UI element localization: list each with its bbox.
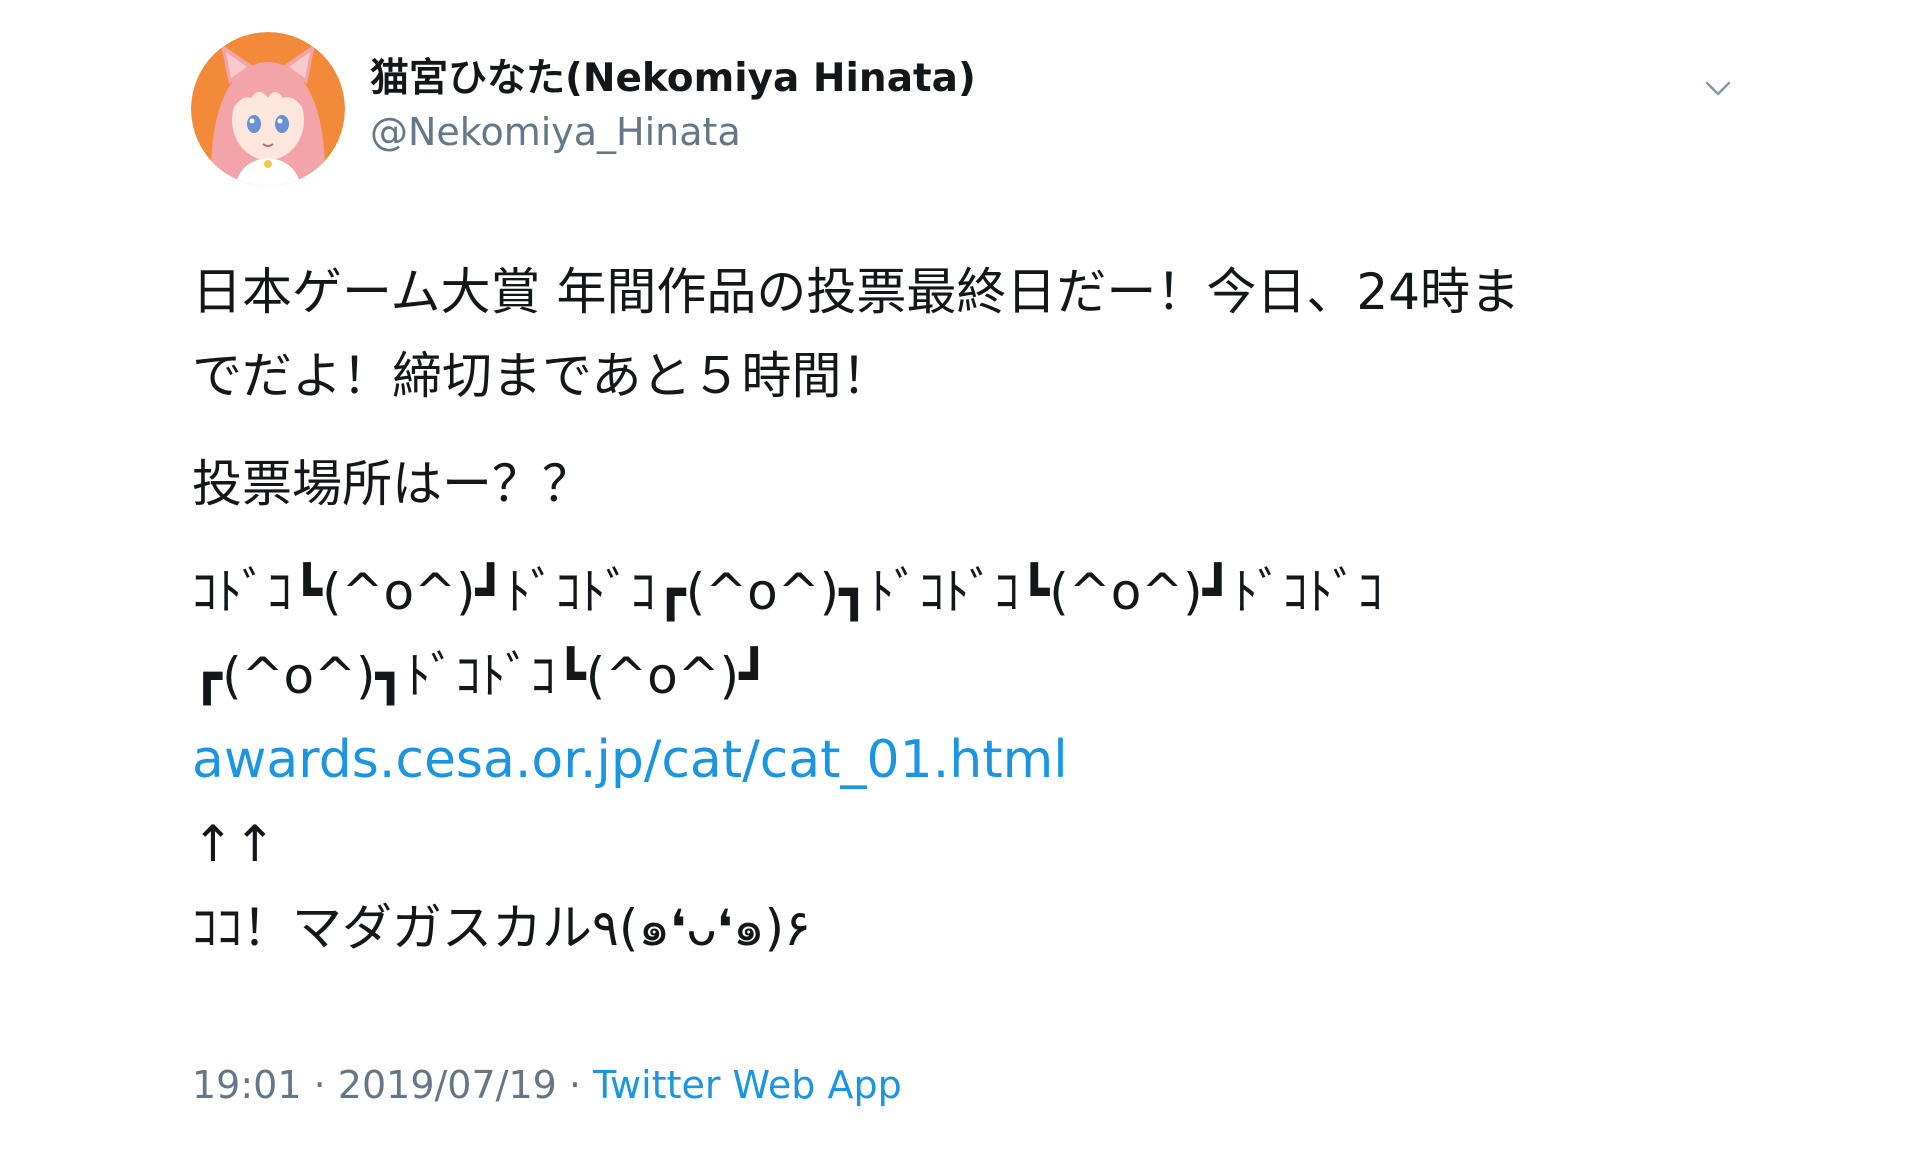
tweet-text-line: ｺｺ！マダガスカル٩(๑❛ᴗ❛๑)۶	[192, 899, 812, 957]
author-display-name[interactable]: 猫宮ひなた(Nekomiya Hinata)	[370, 54, 976, 104]
tweet-source-link[interactable]: Twitter Web App	[593, 1063, 902, 1107]
meta-separator: ·	[568, 1063, 582, 1107]
arrows-text: ↑↑	[192, 815, 276, 873]
tweet-meta: 19:01 · 2019/07/19 · Twitter Web App	[192, 1060, 902, 1110]
tweet-text: 日本ゲーム大賞 年間作品の投票最終日だー！今日、24時ま でだよ！締切まであと５…	[192, 250, 1732, 970]
tweet-link[interactable]: awards.cesa.or.jp/cat/cat_01.html	[192, 730, 1068, 790]
tweet-date[interactable]: 2019/07/19	[338, 1063, 557, 1107]
tweet-card: 猫宮ひなた(Nekomiya Hinata) @Nekomiya_Hinata …	[0, 0, 1920, 1152]
tweet-time[interactable]: 19:01	[192, 1063, 302, 1107]
tweet-text-line: 日本ゲーム大賞 年間作品の投票最終日だー！今日、24時ま	[192, 263, 1521, 321]
meta-separator: ·	[313, 1063, 326, 1107]
chevron-down-icon[interactable]	[1700, 70, 1736, 106]
author-handle[interactable]: @Nekomiya_Hinata	[370, 107, 741, 157]
tweet-text-line: 投票場所はー？？	[192, 455, 592, 513]
tweet-text-line: でだよ！締切まであと５時間！	[192, 347, 892, 405]
avatar-image	[191, 32, 345, 186]
kaomoji-line: ┏(^o^)┓ﾄﾞｺﾄﾞｺ┗(^o^)┛	[192, 647, 770, 705]
kaomoji-line: ｺﾄﾞｺ┗(^o^)┛ﾄﾞｺﾄﾞｺ┏(^o^)┓ﾄﾞｺﾄﾞｺ┗(^o^)┛ﾄﾞｺ…	[192, 563, 1383, 621]
avatar[interactable]	[191, 32, 345, 186]
